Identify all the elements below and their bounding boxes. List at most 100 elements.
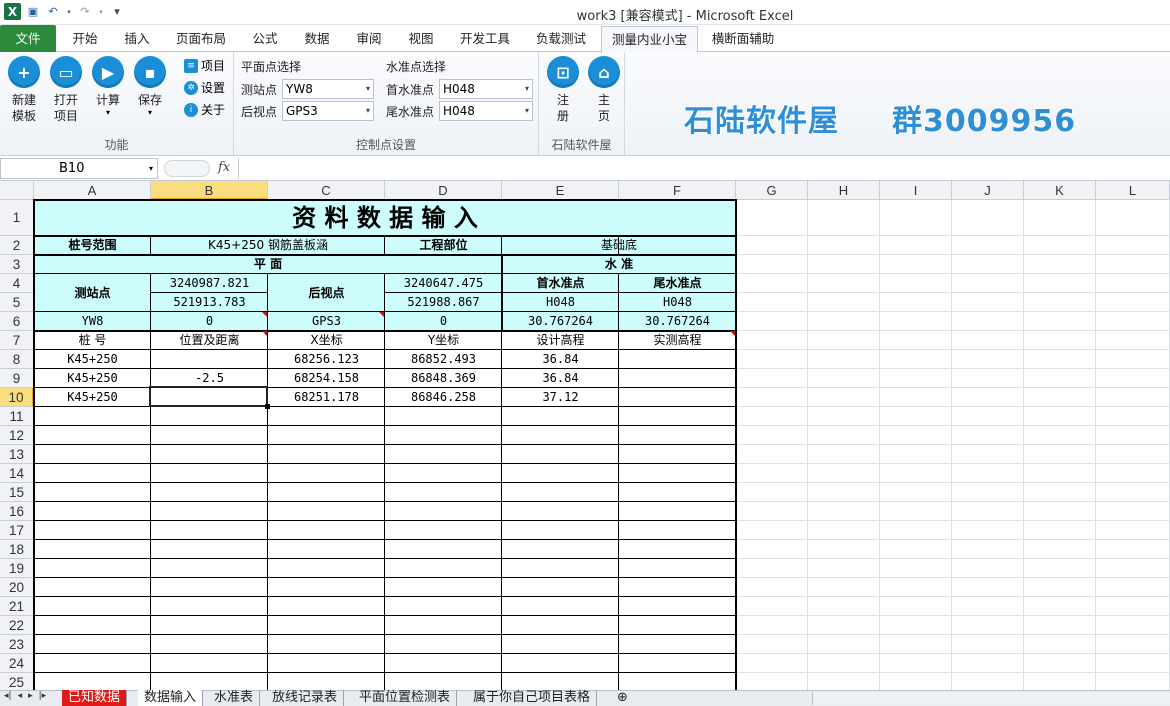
- about-button[interactable]: i 关于: [184, 101, 225, 118]
- tab-load-test[interactable]: 负载测试: [528, 26, 594, 52]
- cell-f7[interactable]: 实测高程: [619, 331, 736, 350]
- row-header-11[interactable]: 11: [0, 407, 34, 426]
- formula-resize-handle[interactable]: [164, 160, 210, 177]
- sheet-tab-level-table[interactable]: 水准表: [208, 690, 261, 706]
- name-box[interactable]: B10 ▾: [0, 158, 158, 179]
- cell-f10[interactable]: [619, 388, 736, 407]
- row-header-12[interactable]: 12: [0, 426, 34, 445]
- row-header-14[interactable]: 14: [0, 464, 34, 483]
- cell-e10[interactable]: 37.12: [502, 388, 619, 407]
- homepage-button[interactable]: ⌂ 主 页: [586, 56, 622, 124]
- cell-d2[interactable]: 工程部位: [385, 236, 502, 255]
- cell-a4[interactable]: 测站点: [34, 274, 151, 312]
- sheet-tab-data-input[interactable]: 数据输入: [138, 690, 204, 706]
- cell-c7[interactable]: X坐标: [268, 331, 385, 350]
- column-header-i[interactable]: I: [880, 181, 952, 200]
- cell-b6[interactable]: 0: [151, 312, 268, 331]
- row-header-3[interactable]: 3: [0, 255, 34, 274]
- row-header-9[interactable]: 9: [0, 369, 34, 388]
- cell-e8[interactable]: 36.84: [502, 350, 619, 369]
- row-header-1[interactable]: 1: [0, 200, 34, 236]
- station-select[interactable]: YW8 ▾: [282, 79, 374, 99]
- cell-e6[interactable]: 30.767264: [502, 312, 619, 331]
- row-header-24[interactable]: 24: [0, 654, 34, 673]
- column-header-c[interactable]: C: [268, 181, 385, 200]
- cell-b4[interactable]: 3240987.821: [151, 274, 268, 293]
- cell-e4[interactable]: 首水准点: [502, 274, 619, 293]
- cell-a7[interactable]: 桩 号: [34, 331, 151, 350]
- open-project-button[interactable]: ▭ 打开 项目: [48, 56, 84, 124]
- column-header-f[interactable]: F: [619, 181, 736, 200]
- tab-file[interactable]: 文件: [0, 25, 56, 52]
- last-level-select[interactable]: H048 ▾: [439, 101, 533, 121]
- cell-d5[interactable]: 521988.867: [385, 293, 502, 312]
- tab-developer[interactable]: 开发工具: [452, 26, 518, 52]
- cell-a8[interactable]: K45+250: [34, 350, 151, 369]
- column-header-j[interactable]: J: [952, 181, 1024, 200]
- cell-c10[interactable]: 68251.178: [268, 388, 385, 407]
- cell-d4[interactable]: 3240647.475: [385, 274, 502, 293]
- cell-d9[interactable]: 86848.369: [385, 369, 502, 388]
- tab-cross-section[interactable]: 横断面辅助: [704, 26, 782, 52]
- row-header-5[interactable]: 5: [0, 293, 34, 312]
- register-button[interactable]: ⊡ 注 册: [545, 56, 581, 124]
- first-sheet-icon[interactable]: ◂|: [4, 691, 12, 701]
- row-header-21[interactable]: 21: [0, 597, 34, 616]
- row-header-10[interactable]: 10: [0, 388, 34, 407]
- cell-a9[interactable]: K45+250: [34, 369, 151, 388]
- project-button[interactable]: ≡ 项目: [184, 57, 225, 74]
- sheet-tab-stakeout-record[interactable]: 放线记录表: [266, 690, 345, 706]
- row-header-7[interactable]: 7: [0, 331, 34, 350]
- sheet-tab-own-project[interactable]: 属于你自己项目表格: [467, 690, 598, 706]
- worksheet-grid[interactable]: A B C D E F G H I J K L 1 2 3 4 5 6 7 8 9 10 11 12 13 14 15 16 17 18 1…: [0, 181, 1170, 690]
- cell-b7[interactable]: 位置及距离: [151, 331, 268, 350]
- row-header-22[interactable]: 22: [0, 616, 34, 635]
- column-header-h[interactable]: H: [808, 181, 880, 200]
- tab-review[interactable]: 审阅: [348, 26, 390, 52]
- last-sheet-icon[interactable]: |▸: [39, 691, 47, 701]
- row-header-17[interactable]: 17: [0, 521, 34, 540]
- insert-function-icon[interactable]: fx: [218, 160, 230, 175]
- sheet-title[interactable]: 资 料 数 据 输 入: [34, 200, 736, 236]
- cell-b5[interactable]: 521913.783: [151, 293, 268, 312]
- undo-icon[interactable]: ↶: [45, 4, 61, 20]
- sheet-tab-plane-position[interactable]: 平面位置检测表: [353, 690, 458, 706]
- cell-c6[interactable]: GPS3: [268, 312, 385, 331]
- cell-e9[interactable]: 36.84: [502, 369, 619, 388]
- column-header-b[interactable]: B: [151, 181, 268, 200]
- undo-dropdown-icon[interactable]: ▾: [65, 4, 73, 20]
- column-header-e[interactable]: E: [502, 181, 619, 200]
- row-header-6[interactable]: 6: [0, 312, 34, 331]
- row-header-20[interactable]: 20: [0, 578, 34, 597]
- active-cell-b10[interactable]: [149, 386, 268, 407]
- fill-handle[interactable]: [265, 404, 270, 409]
- redo-icon[interactable]: ↷: [77, 4, 93, 20]
- row-header-19[interactable]: 19: [0, 559, 34, 578]
- cell-c9[interactable]: 68254.158: [268, 369, 385, 388]
- column-header-l[interactable]: L: [1096, 181, 1170, 200]
- formula-input[interactable]: [238, 158, 1170, 179]
- cell-b2[interactable]: K45+250 钢筋盖板涵: [151, 236, 385, 255]
- row-header-2[interactable]: 2: [0, 236, 34, 255]
- cell-a3[interactable]: 平 面: [34, 255, 502, 274]
- cell-a6[interactable]: YW8: [34, 312, 151, 331]
- cell-d10[interactable]: 86846.258: [385, 388, 502, 407]
- row-header-16[interactable]: 16: [0, 502, 34, 521]
- row-header-23[interactable]: 23: [0, 635, 34, 654]
- row-header-25[interactable]: 25: [0, 673, 34, 690]
- redo-dropdown-icon[interactable]: ▾: [97, 4, 105, 20]
- sheet-tab-known-data[interactable]: 已知数据: [62, 690, 128, 706]
- excel-logo-icon[interactable]: X: [4, 3, 21, 20]
- column-header-g[interactable]: G: [736, 181, 808, 200]
- save-icon[interactable]: ▣: [25, 4, 41, 20]
- cell-d7[interactable]: Y坐标: [385, 331, 502, 350]
- cell-e7[interactable]: 设计高程: [502, 331, 619, 350]
- cell-a2[interactable]: 桩号范围: [34, 236, 151, 255]
- cell-c8[interactable]: 68256.123: [268, 350, 385, 369]
- cell-f5[interactable]: H048: [619, 293, 736, 312]
- cell-f4[interactable]: 尾水准点: [619, 274, 736, 293]
- tab-data[interactable]: 数据: [296, 26, 338, 52]
- new-template-button[interactable]: + 新建 模板: [6, 56, 42, 124]
- cell-f8[interactable]: [619, 350, 736, 369]
- backsight-select[interactable]: GPS3 ▾: [282, 101, 374, 121]
